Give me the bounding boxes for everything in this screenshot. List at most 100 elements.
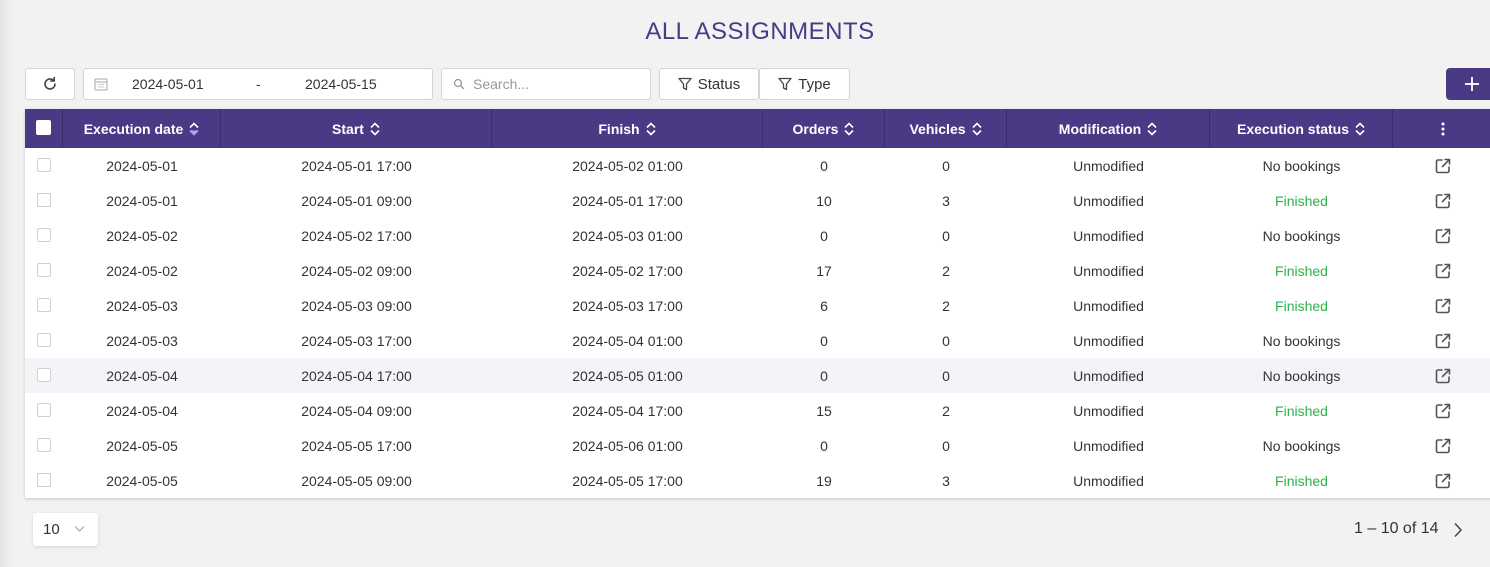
cell-execution-date: 2024-05-02 bbox=[106, 227, 178, 244]
row-checkbox[interactable] bbox=[37, 193, 51, 207]
column-header-modification[interactable]: Modification bbox=[1007, 109, 1210, 148]
open-assignment-button[interactable] bbox=[1393, 218, 1490, 253]
cell-orders: 0 bbox=[820, 367, 828, 384]
open-assignment-button[interactable] bbox=[1393, 358, 1490, 393]
plus-icon bbox=[1465, 77, 1479, 91]
open-assignment-button[interactable] bbox=[1393, 428, 1490, 463]
cell-vehicles: 0 bbox=[942, 367, 950, 384]
column-header-start[interactable]: Start bbox=[221, 109, 492, 148]
cell-start: 2024-05-02 17:00 bbox=[301, 227, 412, 244]
filter-icon bbox=[678, 77, 692, 91]
cell-execution-date: 2024-05-04 bbox=[106, 402, 178, 419]
cell-execution-date: 2024-05-05 bbox=[106, 472, 178, 489]
date-to-value[interactable]: 2024-05-15 bbox=[305, 76, 377, 92]
row-checkbox[interactable] bbox=[37, 368, 51, 382]
type-filter-button[interactable]: Type bbox=[759, 68, 850, 100]
assignments-table: Execution date Start Finish Orders Vehic… bbox=[25, 109, 1490, 498]
table-row[interactable]: 2024-05-03 2024-05-03 09:00 2024-05-03 17:… bbox=[25, 288, 1490, 323]
table-row[interactable]: 2024-05-04 2024-05-04 09:00 2024-05-04 17:… bbox=[25, 393, 1490, 428]
calendar-icon bbox=[94, 78, 108, 91]
open-assignment-button[interactable] bbox=[1393, 183, 1490, 218]
date-range-picker[interactable]: 2024-05-01 - 2024-05-15 bbox=[83, 68, 433, 100]
row-checkbox[interactable] bbox=[37, 228, 51, 242]
table-row[interactable]: 2024-05-01 2024-05-01 09:00 2024-05-01 17:… bbox=[25, 183, 1490, 218]
row-checkbox[interactable] bbox=[37, 158, 51, 172]
column-label: Modification bbox=[1058, 120, 1142, 137]
cell-start: 2024-05-04 09:00 bbox=[301, 402, 412, 419]
table-row[interactable]: 2024-05-01 2024-05-01 17:00 2024-05-02 01:… bbox=[25, 148, 1490, 183]
cell-execution-date: 2024-05-02 bbox=[106, 262, 178, 279]
row-checkbox[interactable] bbox=[37, 298, 51, 312]
external-link-icon bbox=[1435, 158, 1451, 173]
cell-finish: 2024-05-02 17:00 bbox=[572, 262, 683, 279]
cell-orders: 10 bbox=[816, 192, 832, 209]
open-assignment-button[interactable] bbox=[1393, 323, 1490, 358]
column-header-orders[interactable]: Orders bbox=[763, 109, 885, 148]
cell-modification: Unmodified bbox=[1073, 297, 1144, 314]
refresh-button[interactable] bbox=[25, 68, 75, 100]
cell-start: 2024-05-02 09:00 bbox=[301, 262, 412, 279]
cell-execution-date: 2024-05-01 bbox=[106, 157, 178, 174]
status-filter-label: Status bbox=[697, 75, 741, 93]
cell-modification: Unmodified bbox=[1073, 262, 1144, 279]
column-label: Finish bbox=[598, 120, 640, 137]
cell-execution-status: No bookings bbox=[1262, 227, 1341, 244]
page-size-select[interactable]: 10 bbox=[33, 513, 98, 546]
column-header-finish[interactable]: Finish bbox=[492, 109, 763, 148]
search-icon bbox=[453, 78, 465, 90]
external-link-icon bbox=[1435, 368, 1451, 383]
add-assignment-button[interactable] bbox=[1446, 68, 1490, 100]
column-menu-button[interactable] bbox=[1393, 109, 1490, 148]
cell-modification: Unmodified bbox=[1073, 332, 1144, 349]
sort-icon bbox=[1147, 121, 1157, 136]
table-row[interactable]: 2024-05-03 2024-05-03 17:00 2024-05-04 01:… bbox=[25, 323, 1490, 358]
row-checkbox[interactable] bbox=[37, 438, 51, 452]
row-checkbox[interactable] bbox=[37, 473, 51, 487]
table-row[interactable]: 2024-05-02 2024-05-02 17:00 2024-05-03 01:… bbox=[25, 218, 1490, 253]
cell-execution-date: 2024-05-04 bbox=[106, 367, 178, 384]
cell-finish: 2024-05-05 01:00 bbox=[572, 367, 683, 384]
row-checkbox[interactable] bbox=[37, 403, 51, 417]
open-assignment-button[interactable] bbox=[1393, 288, 1490, 323]
table-row[interactable]: 2024-05-05 2024-05-05 09:00 2024-05-05 17:… bbox=[25, 463, 1490, 498]
column-label: Start bbox=[332, 120, 364, 137]
chevron-right-icon[interactable] bbox=[1453, 522, 1463, 538]
column-header-vehicles[interactable]: Vehicles bbox=[885, 109, 1007, 148]
cell-execution-status: Finished bbox=[1275, 192, 1328, 209]
row-checkbox[interactable] bbox=[37, 263, 51, 277]
external-link-icon bbox=[1435, 263, 1451, 278]
cell-finish: 2024-05-04 17:00 bbox=[572, 402, 683, 419]
open-assignment-button[interactable] bbox=[1393, 463, 1490, 498]
cell-vehicles: 0 bbox=[942, 332, 950, 349]
search-input[interactable] bbox=[473, 76, 643, 92]
open-assignment-button[interactable] bbox=[1393, 253, 1490, 288]
cell-modification: Unmodified bbox=[1073, 157, 1144, 174]
cell-modification: Unmodified bbox=[1073, 367, 1144, 384]
cell-execution-status: No bookings bbox=[1262, 367, 1341, 384]
column-header-execution-date[interactable]: Execution date bbox=[63, 109, 221, 148]
date-from-value[interactable]: 2024-05-01 bbox=[132, 76, 204, 92]
sort-icon bbox=[646, 121, 656, 136]
open-assignment-button[interactable] bbox=[1393, 148, 1490, 183]
cell-start: 2024-05-04 17:00 bbox=[301, 367, 412, 384]
cell-vehicles: 3 bbox=[942, 192, 950, 209]
external-link-icon bbox=[1435, 228, 1451, 243]
select-all-checkbox[interactable] bbox=[36, 120, 51, 135]
table-row[interactable]: 2024-05-04 2024-05-04 17:00 2024-05-05 01:… bbox=[25, 358, 1490, 393]
cell-finish: 2024-05-02 01:00 bbox=[572, 157, 683, 174]
sort-icon bbox=[844, 121, 855, 136]
cell-modification: Unmodified bbox=[1073, 472, 1144, 489]
row-checkbox[interactable] bbox=[37, 333, 51, 347]
table-row[interactable]: 2024-05-02 2024-05-02 09:00 2024-05-02 17:… bbox=[25, 253, 1490, 288]
column-header-execution-status[interactable]: Execution status bbox=[1210, 109, 1393, 148]
cell-modification: Unmodified bbox=[1073, 402, 1144, 419]
cell-start: 2024-05-03 09:00 bbox=[301, 297, 412, 314]
sort-icon bbox=[1355, 121, 1365, 136]
cell-finish: 2024-05-05 17:00 bbox=[572, 472, 683, 489]
cell-execution-status: Finished bbox=[1275, 402, 1328, 419]
table-row[interactable]: 2024-05-05 2024-05-05 17:00 2024-05-06 01:… bbox=[25, 428, 1490, 463]
external-link-icon bbox=[1435, 473, 1451, 488]
open-assignment-button[interactable] bbox=[1393, 393, 1490, 428]
column-label: Execution status bbox=[1236, 120, 1350, 137]
status-filter-button[interactable]: Status bbox=[659, 68, 759, 100]
